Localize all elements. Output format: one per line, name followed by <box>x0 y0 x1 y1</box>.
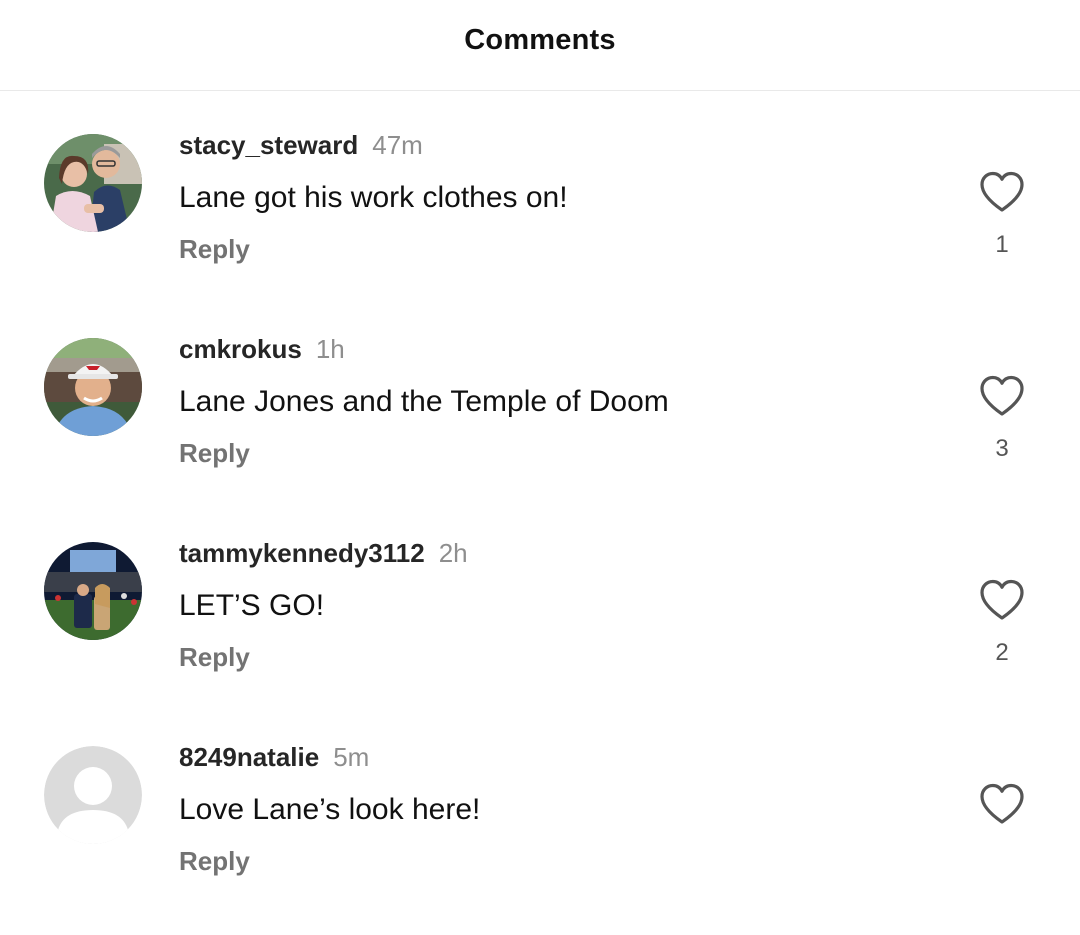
heart-outline-icon <box>980 579 1024 620</box>
comment-text: Lane Jones and the Temple of Doom <box>179 385 669 418</box>
comments-header: Comments <box>0 0 1080 91</box>
comment-item: stacy_steward 47m Lane got his work cloth… <box>0 104 1080 308</box>
comment-time: 5m <box>333 742 370 772</box>
avatar[interactable] <box>44 134 142 232</box>
comment-username[interactable]: stacy_steward <box>179 130 358 160</box>
reply-button[interactable]: Reply <box>179 640 250 674</box>
default-avatar-icon <box>44 746 142 844</box>
heart-outline-icon <box>980 783 1024 824</box>
avatar[interactable] <box>44 542 142 640</box>
avatar[interactable] <box>44 338 142 436</box>
comment-text: LET’S GO! <box>179 589 325 622</box>
comment-username[interactable]: tammykennedy3112 <box>179 538 425 568</box>
like-button[interactable] <box>978 578 1026 622</box>
comment-text: Lane got his work clothes on! <box>179 181 568 214</box>
heart-outline-icon <box>980 171 1024 212</box>
comment-item: cmkrokus 1h Lane Jones and the Temple of … <box>0 308 1080 512</box>
comment-time: 1h <box>315 334 345 364</box>
comment-time: 2h <box>438 538 468 568</box>
comment-time: 47m <box>372 130 423 160</box>
like-count: 2 <box>995 639 1009 666</box>
comment-meta: 8249natalie 5m <box>179 740 369 774</box>
like-button[interactable] <box>978 782 1026 826</box>
comment-username[interactable]: cmkrokus <box>179 334 302 364</box>
like-button[interactable] <box>978 170 1026 214</box>
comment-item: 8249natalie 5m Love Lane’s look here! Rep… <box>0 716 1080 920</box>
like-count: 1 <box>995 231 1009 258</box>
comment-item: tammykennedy3112 2h LET’S GO! Reply 2 <box>0 512 1080 716</box>
avatar[interactable] <box>44 746 142 844</box>
like-button[interactable] <box>978 374 1026 418</box>
like-count: 3 <box>995 435 1009 462</box>
page-title: Comments <box>464 24 616 56</box>
reply-button[interactable]: Reply <box>179 844 250 878</box>
reply-button[interactable]: Reply <box>179 436 250 470</box>
comment-meta: stacy_steward 47m <box>179 128 423 162</box>
heart-outline-icon <box>980 375 1024 416</box>
comment-meta: cmkrokus 1h <box>179 332 345 366</box>
comment-username[interactable]: 8249natalie <box>179 742 319 772</box>
comment-meta: tammykennedy3112 2h <box>179 536 468 570</box>
comment-text: Love Lane’s look here! <box>179 793 481 826</box>
reply-button[interactable]: Reply <box>179 232 250 266</box>
